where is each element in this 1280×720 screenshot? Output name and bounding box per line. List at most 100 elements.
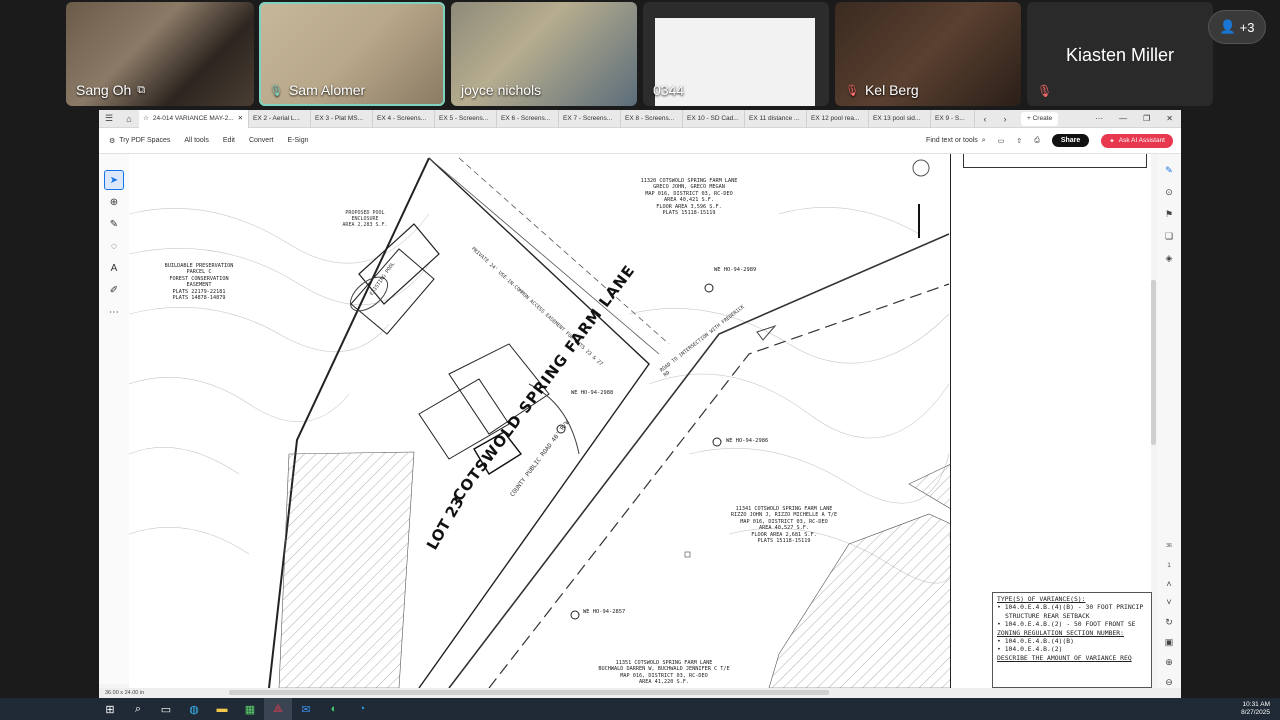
chevron-left-icon[interactable]: ‹ bbox=[975, 114, 995, 124]
mic-muted-icon: 🎙 bbox=[1037, 84, 1053, 98]
home-icon[interactable]: ⌂ bbox=[119, 114, 139, 124]
tab[interactable]: EX 7 - Screens... bbox=[559, 110, 621, 128]
horizontal-scrollbar[interactable] bbox=[229, 690, 829, 695]
app-toolbar: ⚙ Try PDF Spaces All tools Edit Convert … bbox=[99, 128, 1181, 154]
chevron-right-icon[interactable]: › bbox=[995, 114, 1015, 124]
tab[interactable]: EX 9 - S... bbox=[931, 110, 975, 128]
pen-icon[interactable]: ✎ bbox=[104, 214, 124, 234]
tab[interactable]: EX 12 pool rea... bbox=[807, 110, 869, 128]
file-explorer-icon[interactable]: ▬ bbox=[208, 698, 236, 720]
zoom-icon[interactable]: ⊕ bbox=[104, 192, 124, 212]
tab[interactable]: EX 3 - Plat MS... bbox=[311, 110, 373, 128]
variance-legend: TYPE(S) OF VARIANCE(S): • 104.0.E.4.B.(4… bbox=[992, 592, 1152, 688]
video-tile[interactable]: joyce nichols bbox=[451, 2, 637, 106]
select-arrow-icon[interactable]: ➤ bbox=[104, 170, 124, 190]
outlook-icon[interactable]: ✉ bbox=[292, 698, 320, 720]
layers-icon[interactable]: ◈ bbox=[1163, 252, 1175, 264]
mic-icon: 🎙 bbox=[269, 84, 283, 97]
screen-share-icon: ⧉ bbox=[137, 83, 146, 96]
menu-icon[interactable]: ☰ bbox=[99, 113, 119, 124]
tab-bar: ☰ ⌂ ☆ 24-014 VARIANCE MAY-2... ✕ EX 2 - … bbox=[99, 110, 1181, 128]
close-window-icon[interactable]: ✕ bbox=[1166, 114, 1173, 123]
bookmark-icon[interactable]: ⚑ bbox=[1163, 208, 1175, 220]
acrobat-icon[interactable]: ⟁ bbox=[264, 698, 292, 720]
page-size: 36.00 x 24.00 in bbox=[105, 690, 145, 696]
proposed-pool-label: PROPOSED POOL ENCLOSURE AREA 2,283 S.F. bbox=[342, 210, 388, 228]
windows-start-icon[interactable]: ⊞ bbox=[96, 698, 124, 720]
all-tools-menu[interactable]: All tools bbox=[184, 137, 209, 144]
minimize-icon[interactable]: — bbox=[1119, 114, 1127, 123]
site-plan-drawing bbox=[129, 157, 950, 688]
status-bar: 36.00 x 24.00 in bbox=[99, 688, 1181, 698]
tab-current[interactable]: ☆ 24-014 VARIANCE MAY-2... ✕ bbox=[139, 110, 249, 128]
tab[interactable]: EX 5 - Screens... bbox=[435, 110, 497, 128]
participant-name: Sang Oh ⧉ bbox=[76, 82, 146, 98]
try-pdf-spaces-button[interactable]: ⚙ Try PDF Spaces bbox=[109, 137, 170, 145]
search-icon[interactable]: ⌕ bbox=[124, 698, 152, 720]
edit-menu[interactable]: Edit bbox=[223, 137, 235, 144]
comment-icon[interactable]: ✎ bbox=[1163, 164, 1175, 176]
tab[interactable]: EX 6 - Screens... bbox=[497, 110, 559, 128]
tab[interactable]: EX 2 - Aerial L... bbox=[249, 110, 311, 128]
stamp-icon[interactable]: ✐ bbox=[104, 280, 124, 300]
print-icon[interactable]: ⎙ bbox=[1034, 137, 1040, 145]
more-icon[interactable]: ··· bbox=[1095, 114, 1103, 123]
parcel-11320-label: 11320 COTSWOLD SPRING FARM LANE GRECO JOH… bbox=[640, 178, 738, 217]
parcel-11351-label: 11351 COTSWOLD SPRING FARM LANE BUCHWALD … bbox=[598, 660, 730, 686]
app-icon[interactable]: ▦ bbox=[236, 698, 264, 720]
tab[interactable]: EX 10 - SD Cad... bbox=[683, 110, 745, 128]
save-icon[interactable]: ▭ bbox=[998, 137, 1005, 145]
ai-assistant-button[interactable]: ✦ Ask AI Assistant bbox=[1101, 133, 1173, 148]
left-toolbar: ➤ ⊕ ✎ ◌ A ✐ ⋯ bbox=[99, 154, 129, 684]
chevron-up-icon[interactable]: ˄ bbox=[1163, 578, 1175, 590]
video-tile[interactable]: 🎙 Kel Berg bbox=[835, 2, 1021, 106]
system-clock[interactable]: 10:31 AM 8/27/2025 bbox=[1241, 701, 1280, 717]
video-tile-active-speaker[interactable]: 🎙 Sam Alomer bbox=[259, 2, 445, 106]
pages-icon[interactable]: ❏ bbox=[1163, 230, 1175, 242]
search-icon[interactable]: ⊙ bbox=[1163, 186, 1175, 198]
windows-taskbar: ⊞ ⌕ ▭ ◍ ▬ ▦ ⟁ ✉ ◐ ◔ 10:31 AM 8/27/2025 bbox=[0, 698, 1280, 720]
text-icon[interactable]: A bbox=[104, 258, 124, 278]
page-total: 1 bbox=[1167, 563, 1171, 569]
video-tile[interactable]: 0344 bbox=[643, 2, 829, 106]
edge-icon[interactable]: ◍ bbox=[180, 698, 208, 720]
zoom-in-icon[interactable]: ⊕ bbox=[1163, 656, 1175, 668]
pdf-page-canvas[interactable]: 11320 COTSWOLD SPRING FARM LANE GRECO JOH… bbox=[129, 154, 951, 688]
lasso-icon[interactable]: ◌ bbox=[104, 236, 124, 256]
tab[interactable]: EX 8 - Screens... bbox=[621, 110, 683, 128]
share-button[interactable]: Share bbox=[1051, 134, 1090, 147]
tab[interactable]: EX 4 - Screens... bbox=[373, 110, 435, 128]
video-tile[interactable]: Sang Oh ⧉ bbox=[66, 2, 254, 106]
more-participants-button[interactable]: 👤 +3 bbox=[1208, 10, 1266, 44]
star-icon: ☆ bbox=[143, 114, 149, 122]
convert-menu[interactable]: Convert bbox=[249, 137, 274, 144]
find-tools-search[interactable]: Find text or tools ⌕ bbox=[926, 137, 986, 145]
task-view-icon[interactable]: ▭ bbox=[152, 698, 180, 720]
well-label: WE HO-94-2989 bbox=[714, 267, 757, 273]
participant-name: 🎙 Sam Alomer bbox=[269, 82, 366, 98]
esign-menu[interactable]: E-Sign bbox=[287, 137, 308, 144]
close-icon[interactable]: ✕ bbox=[238, 110, 243, 128]
panel-frame bbox=[963, 154, 1147, 168]
well-label: WE HO-94-2857 bbox=[583, 609, 626, 615]
create-button[interactable]: + Create bbox=[1021, 111, 1059, 126]
well-label: WE HO-94-2986 bbox=[726, 438, 769, 444]
refresh-icon[interactable]: ↻ bbox=[1163, 616, 1175, 628]
chevron-down-icon[interactable]: ˅ bbox=[1163, 596, 1175, 608]
zoom-out-icon[interactable]: ⊖ bbox=[1163, 676, 1175, 688]
participant-name: joyce nichols bbox=[461, 82, 542, 98]
meeting-app-icon[interactable]: ◐ bbox=[320, 698, 348, 720]
search-icon: ⌕ bbox=[981, 136, 986, 144]
more-tools-icon[interactable]: ⋯ bbox=[104, 302, 124, 322]
vertical-scrollbar[interactable] bbox=[1151, 280, 1156, 445]
tab[interactable]: EX 13 pool sid... bbox=[869, 110, 931, 128]
upload-icon[interactable]: ⇧ bbox=[1016, 137, 1022, 145]
browser-icon[interactable]: ◔ bbox=[348, 698, 376, 720]
video-tile[interactable]: Kiasten Miller 🎙 bbox=[1027, 2, 1213, 106]
tab[interactable]: EX 11 distance ... bbox=[745, 110, 807, 128]
maximize-icon[interactable]: ❐ bbox=[1143, 114, 1150, 123]
participant-name: Kiasten Miller bbox=[1065, 45, 1175, 65]
save-page-icon[interactable]: ▣ bbox=[1163, 636, 1175, 648]
ai-icon: ✦ bbox=[1109, 137, 1115, 145]
page-number[interactable]: 36 bbox=[1163, 540, 1175, 552]
